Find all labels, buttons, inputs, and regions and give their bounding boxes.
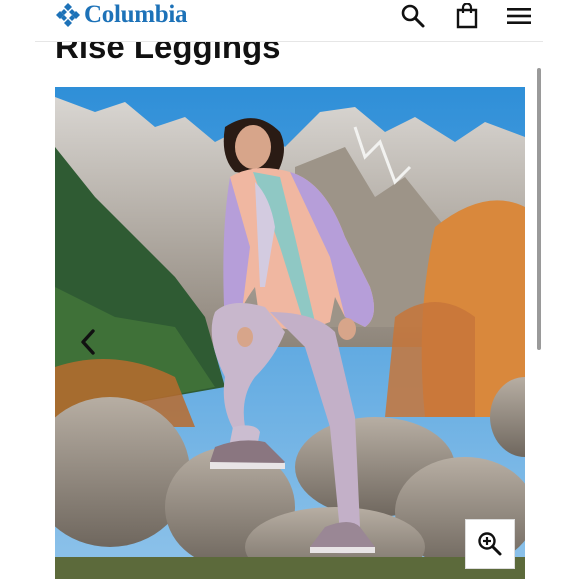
site-header: Columbia xyxy=(35,0,543,42)
product-image-gallery[interactable] xyxy=(55,87,525,579)
zoom-in-icon xyxy=(478,532,502,556)
product-photo xyxy=(55,87,525,579)
chevron-left-icon[interactable] xyxy=(77,327,101,357)
shopping-bag-icon[interactable] xyxy=(454,3,480,29)
zoom-button[interactable] xyxy=(465,519,515,569)
brand-name: Columbia xyxy=(84,1,188,28)
columbia-diamond-logo-icon xyxy=(56,3,80,27)
scrollbar[interactable] xyxy=(537,68,541,350)
search-icon[interactable] xyxy=(400,3,426,29)
hamburger-menu-icon[interactable] xyxy=(505,3,533,29)
columbia-logo[interactable]: Columbia xyxy=(55,2,187,28)
